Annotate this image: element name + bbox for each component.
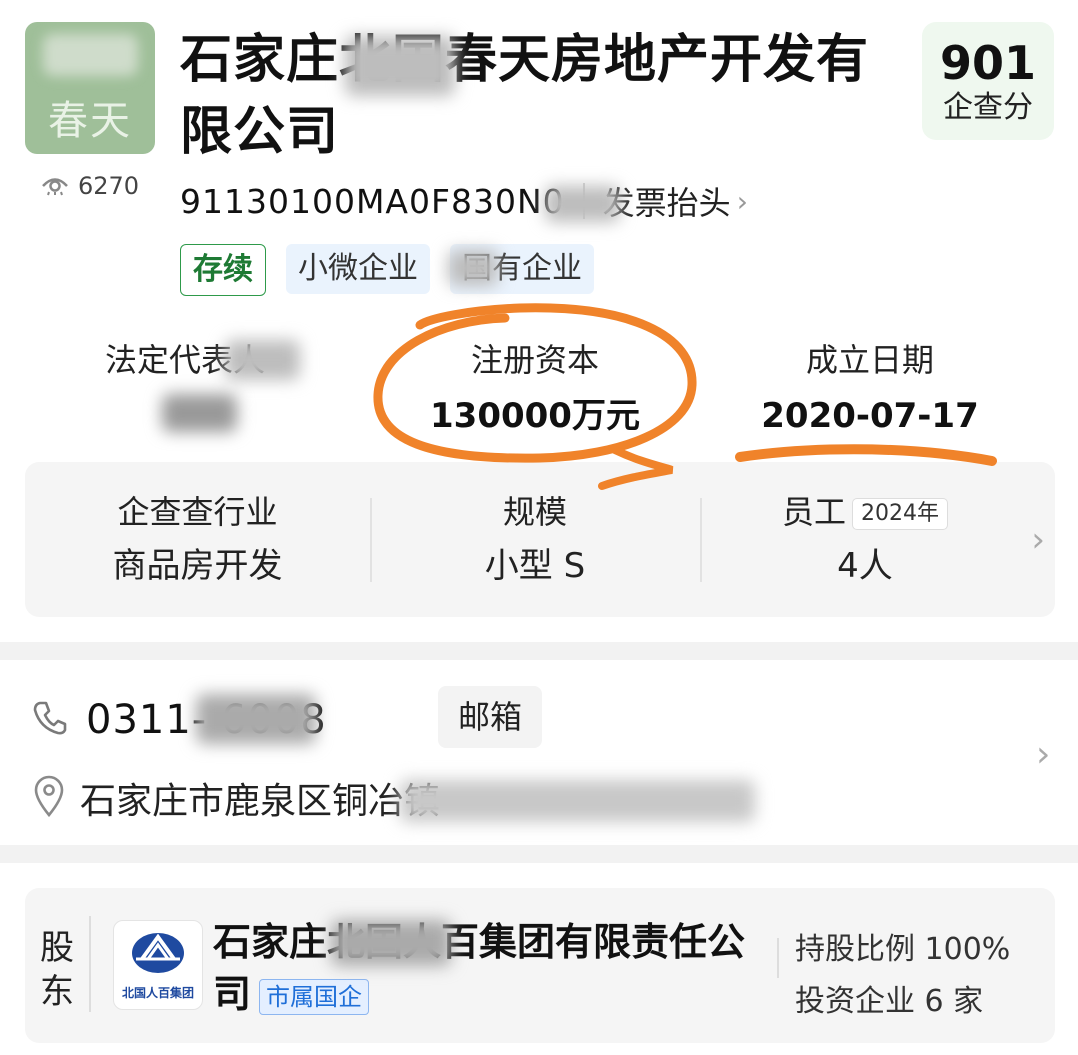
scale-value: 小型 S [484, 546, 586, 586]
staff-label: 员工 [781, 493, 846, 531]
company-name: 石家庄北国春天房地产开发有限公司 [180, 30, 870, 162]
industry-label: 企查查行业 [117, 493, 278, 531]
tag-small-enterprise[interactable]: 小微企业 [286, 244, 430, 294]
state-owned-badge: 市属国企 [259, 978, 370, 1015]
phone-icon [30, 698, 70, 742]
redaction-blur [345, 36, 455, 96]
registered-capital: 注册资本 130000万元 [400, 340, 670, 438]
shareholding-ratio: 持股比例 100% [795, 932, 1011, 967]
redaction-blur [448, 250, 498, 286]
address-text: 石家庄市鹿泉区铜冶镇 [80, 781, 441, 822]
section-separator [0, 642, 1078, 660]
chevron-right-icon[interactable]: › [1036, 734, 1050, 775]
status-badge: 存续 [180, 244, 266, 296]
redaction-blur [331, 920, 451, 966]
section-separator [0, 845, 1078, 863]
redaction-blur [400, 780, 755, 822]
chevron-right-icon: › [736, 184, 748, 218]
score-card[interactable]: 901 企查分 [922, 22, 1054, 140]
shareholder-section-label: 股东 [40, 928, 74, 1012]
shareholder-name-block[interactable]: 石家庄北国人百集团有限责任公司 市属国企 [213, 916, 773, 1020]
staff-label-row: 员工 2024年 [700, 492, 1030, 532]
scale-label: 规模 [502, 493, 567, 531]
status-tags: 存续 小微企业 国有企业 [180, 244, 594, 296]
logo-text: 春天 [48, 98, 132, 144]
industry-value: 商品房开发 [112, 546, 283, 586]
invoice-header-link[interactable]: 发票抬头 [603, 178, 731, 224]
company-logo[interactable]: 春天 [25, 22, 155, 154]
chevron-right-icon: › [1031, 520, 1045, 560]
staff-cell: 员工 2024年 4人 [700, 492, 1030, 588]
registered-capital-value: 130000万元 [430, 396, 640, 436]
established-label: 成立日期 [805, 341, 934, 379]
divider [777, 938, 779, 978]
established-date: 成立日期 2020-07-17 [730, 340, 1010, 438]
established-value: 2020-07-17 [761, 396, 979, 436]
credit-code: 91130100MA0F830N0 [180, 181, 565, 221]
view-count: 6270 [78, 172, 140, 200]
location-pin-icon [32, 775, 66, 821]
score-label: 企查分 [943, 90, 1033, 125]
shareholder-emblem-icon [132, 933, 184, 973]
industry-cell: 企查查行业 商品房开发 [25, 492, 370, 588]
shareholder-meta: 持股比例 100% 投资企业 6 家 [795, 924, 1010, 1028]
address-row[interactable]: 石家庄市鹿泉区铜冶镇 [32, 772, 440, 824]
logo-blur [43, 34, 138, 76]
staff-value: 4人 [837, 546, 893, 586]
investment-count[interactable]: 投资企业 6 家 [795, 976, 1010, 1028]
business-info-panel[interactable]: 企查查行业 商品房开发 规模 小型 S 员工 2024年 4人 › [25, 462, 1055, 617]
redaction-blur [162, 394, 237, 432]
score-value: 901 [939, 36, 1037, 90]
shareholder-logo-caption: 北国人百集团 [121, 986, 194, 1000]
registered-capital-label: 注册资本 [470, 341, 599, 379]
redaction-blur [225, 340, 300, 380]
date-underline-annotation [735, 444, 997, 466]
scale-cell: 规模 小型 S [370, 492, 700, 588]
redaction-blur [545, 186, 620, 222]
eye-icon [40, 172, 70, 200]
divider [89, 916, 91, 1012]
email-button[interactable]: 邮箱 [438, 686, 542, 748]
redaction-blur [196, 694, 316, 744]
staff-year-badge: 2024年 [852, 498, 948, 530]
shareholder-card[interactable]: 股东 北国人百集团 石家庄北国人百集团有限责任公司 市属国企 持股比例 100% … [25, 888, 1055, 1043]
view-counter: 6270 [40, 170, 139, 202]
shareholder-logo: 北国人百集团 [113, 920, 203, 1010]
credit-code-row: 91130100MA0F830N0 发票抬头 › [180, 178, 748, 224]
